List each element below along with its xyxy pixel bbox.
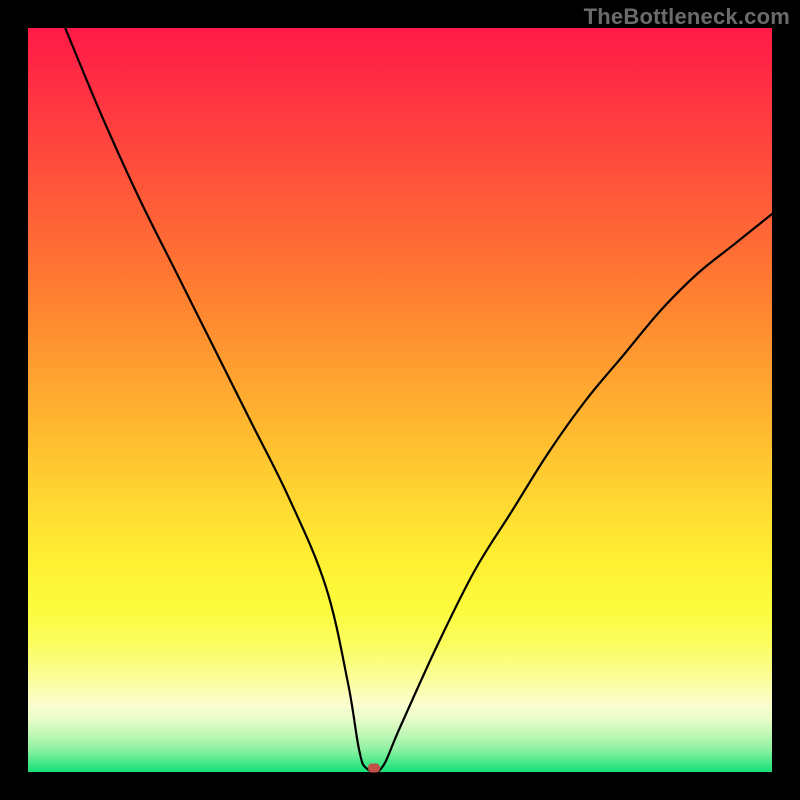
optimum-marker — [368, 764, 380, 773]
bottleneck-curve — [28, 28, 772, 772]
chart-frame: TheBottleneck.com — [0, 0, 800, 800]
watermark-text: TheBottleneck.com — [584, 4, 790, 30]
plot-area — [28, 28, 772, 772]
